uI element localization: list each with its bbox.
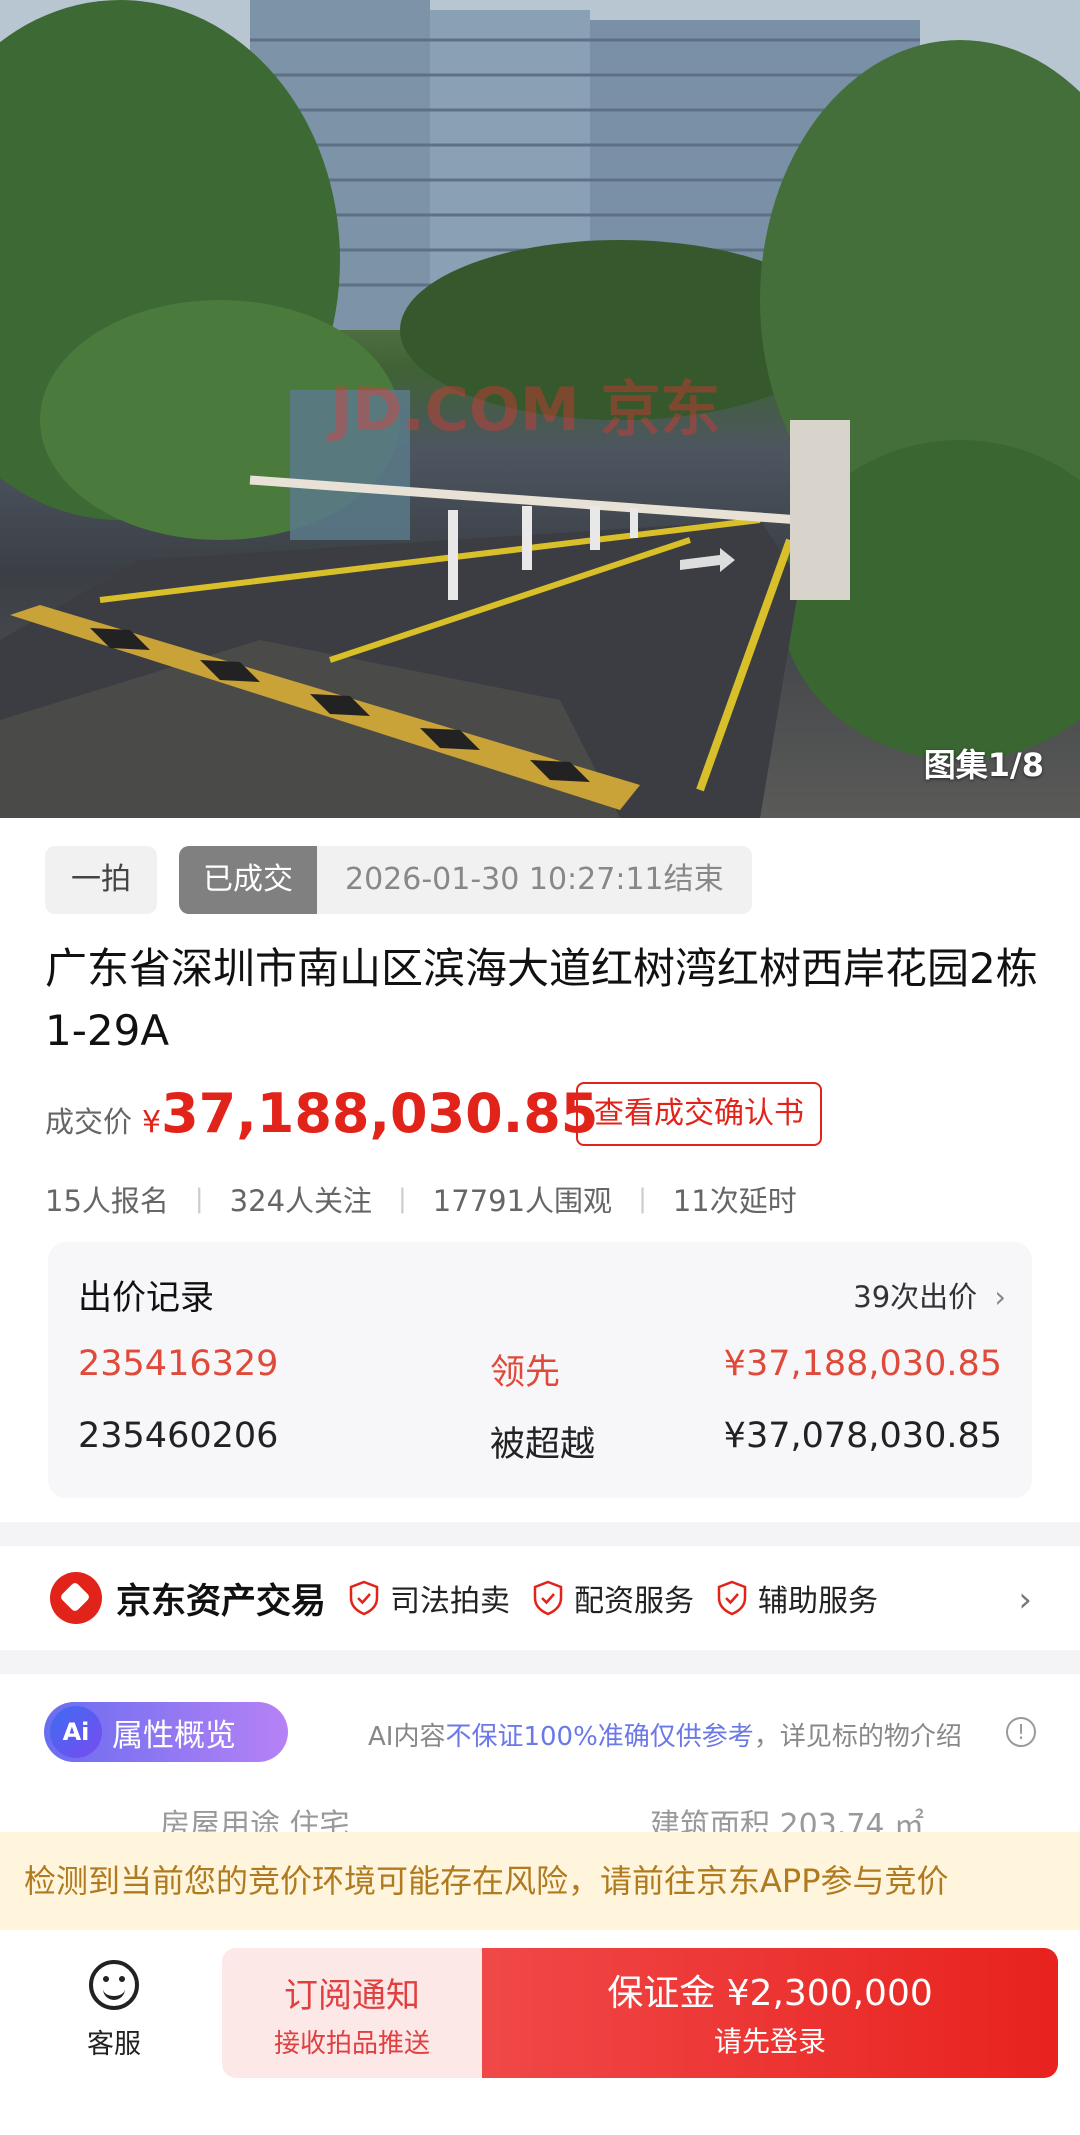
ai-disclaimer: AI内容不保证100%准确仅供参考，详见标的物介绍 [368,1716,962,1753]
watermark: JD.COM 京东 [326,375,721,445]
shield-check-icon [349,1580,379,1616]
jd-asset-logo-icon [50,1572,102,1624]
bidder-id: 235460206 [78,1416,279,1456]
bidder-id: 235416329 [78,1344,279,1384]
divider: | [398,1184,407,1214]
stat-extensions: 11次延时 [672,1184,797,1218]
disclaimer-suffix: ，详见标的物介绍 [753,1722,962,1752]
chevron-right-icon: › [994,1280,1006,1314]
service-financing: 配资服务 [532,1576,694,1620]
bid-state: 被超越 [490,1425,596,1465]
shield-check-icon [717,1580,747,1616]
attributes-label: 属性概览 [112,1717,236,1754]
stat-views: 17791人围观 [432,1184,613,1218]
status-tags: 一拍 已成交 2026-01-30 10:27:11结束 [45,846,752,914]
risk-warning-banner: 检测到当前您的竞价环境可能存在风险，请前往京东APP参与竞价 [0,1832,1080,1930]
ai-icon: Ai [50,1706,102,1758]
price-currency: ¥ [142,1105,162,1140]
view-confirmation-button[interactable]: 查看成交确认书 [576,1082,822,1146]
service-row[interactable]: 京东资产交易 司法拍卖 配资服务 辅助服务 › [0,1546,1080,1650]
end-time: 2026-01-30 10:27:11结束 [317,846,752,914]
price-label: 成交价 [45,1105,133,1139]
service-label: 配资服务 [574,1584,695,1619]
stat-followers: 324人关注 [229,1184,373,1218]
photo-illustration: JD.COM 京东 [0,0,1080,818]
price-value: 37,188,030.85 [161,1082,599,1145]
deal-price: 成交价 ¥ 37,188,030.85 [45,1082,598,1145]
subscribe-sublabel: 接收拍品推送 [273,2029,430,2059]
stat-registrations: 15人报名 [45,1184,169,1218]
info-icon[interactable]: ! [1006,1717,1036,1747]
shield-check-icon [533,1580,563,1616]
auction-round-tag: 一拍 [45,846,157,914]
bid-amount: ¥37,078,030.85 [723,1416,1002,1456]
property-title: 广东省深圳市南山区滨海大道红树湾红树西岸花园2栋1-29A [45,944,1038,1055]
section-divider [0,1522,1080,1546]
service-judicial-auction: 司法拍卖 [348,1576,510,1620]
section-divider [0,1650,1080,1674]
subscribe-button[interactable]: 订阅通知 接收拍品推送 [222,1948,482,2078]
bid-amount: ¥37,188,030.85 [723,1344,1002,1384]
service-label: 辅助服务 [758,1584,879,1619]
service-label: 司法拍卖 [390,1584,511,1619]
customer-service-button[interactable]: 客服 [76,1960,152,2061]
bid-state: 领先 [490,1353,561,1393]
smiley-chat-icon [89,1960,139,2010]
customer-service-label: 客服 [87,2029,141,2060]
auction-stats: 15人报名 | 324人关注 | 17791人围观 | 11次延时 [45,1178,797,1220]
subscribe-label: 订阅通知 [284,1976,420,2016]
bid-count: 39次出价 [853,1280,978,1314]
bid-records-card[interactable]: 出价记录 39次出价 › 235416329 领先 ¥37,188,030.85… [48,1242,1032,1498]
bottom-action-bar: 客服 订阅通知 接收拍品推送 保证金 ¥2,300,000 请先登录 [0,1930,1080,2135]
brand-name: 京东资产交易 [116,1581,327,1622]
deposit-sublabel: 请先登录 [713,2025,826,2058]
service-assist: 辅助服务 [716,1576,878,1620]
bid-records-title: 出价记录 [78,1278,214,1318]
divider: | [638,1184,647,1214]
disclaimer-highlight: 不保证100%准确仅供参考 [445,1722,754,1752]
property-photo[interactable]: JD.COM 京东 图集1/8 [0,0,1080,818]
disclaimer-prefix: AI内容 [368,1722,446,1752]
chevron-right-icon: › [1018,1580,1032,1620]
gallery-counter: 图集1/8 [923,746,1044,784]
divider: | [194,1184,204,1214]
deposit-login-button[interactable]: 保证金 ¥2,300,000 请先登录 [482,1948,1058,2078]
deposit-label: 保证金 ¥2,300,000 [607,1973,933,2014]
status-badge: 已成交 [179,846,317,914]
attributes-overview-pill: Ai 属性概览 [44,1702,288,1762]
bid-count-link[interactable]: 39次出价 › [853,1274,1006,1316]
